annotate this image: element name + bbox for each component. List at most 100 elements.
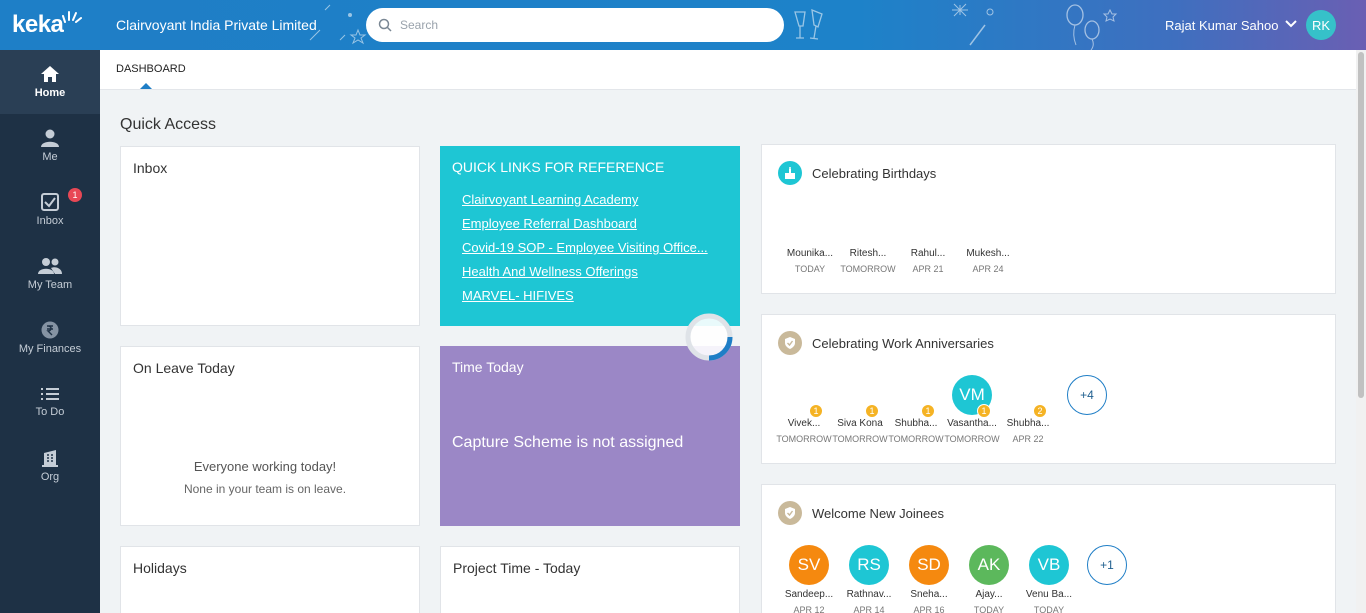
anniversary-person[interactable]: Shubha... TOMORROW [888, 418, 944, 444]
loading-spinner-icon [685, 313, 733, 361]
person-date: APR 24 [972, 264, 1004, 274]
keka-logo[interactable]: keka [0, 0, 100, 50]
sidebar-item-to-do[interactable]: To Do [0, 370, 100, 434]
active-tab-indicator [140, 83, 152, 89]
holidays-card[interactable]: Holidays [120, 546, 420, 613]
quick-links-card: QUICK LINKS FOR REFERENCE Clairvoyant Le… [440, 146, 740, 326]
holidays-title: Holidays [133, 560, 187, 576]
quick-link[interactable]: Health And Wellness Offerings [462, 264, 638, 279]
person-date: APR 14 [853, 605, 885, 613]
chevron-down-icon[interactable] [1284, 17, 1298, 31]
person-avatar: SV [789, 545, 829, 585]
person-date: APR 12 [793, 605, 825, 613]
quick-access-title: Quick Access [120, 116, 217, 133]
project-time-card[interactable]: Project Time - Today [440, 546, 740, 613]
person-name: Sandeep... [784, 589, 834, 600]
birthday-person[interactable]: Rahul... APR 21 [900, 248, 956, 274]
user-avatar[interactable]: RK [1306, 10, 1336, 40]
sidebar-item-label: Inbox [36, 215, 64, 227]
quick-link[interactable]: Clairvoyant Learning Academy [462, 192, 638, 207]
inbox-count-badge: 1 [68, 188, 82, 202]
sidebar-item-my-team[interactable]: My Team [0, 242, 100, 306]
on-leave-card: On Leave Today Everyone working today! N… [120, 346, 420, 526]
new-joinees-title: Welcome New Joinees [812, 506, 944, 521]
list-icon [41, 388, 59, 400]
fireworks-decoration-icon [952, 3, 994, 46]
person-avatar: RS [849, 545, 889, 585]
sidebar-item-my-finances[interactable]: My Finances [0, 306, 100, 370]
time-today-message: Capture Scheme is not assigned [452, 434, 684, 451]
search-box[interactable] [366, 8, 784, 42]
person-icon [41, 129, 59, 147]
years-badge: 1 [865, 404, 879, 418]
person-name: Ajay... [975, 589, 1003, 600]
person-name: Ritesh... [849, 248, 887, 259]
joinee-person[interactable]: RS Rathnav... APR 14 [841, 545, 897, 613]
person-date: APR 21 [912, 264, 944, 274]
scrollbar-thumb[interactable] [1358, 52, 1364, 398]
person-date: TODAY [973, 605, 1005, 613]
logo-rays-icon [62, 11, 82, 23]
more-joinees-button[interactable]: +1 [1087, 545, 1127, 585]
search-input[interactable] [400, 18, 760, 32]
search-icon [378, 18, 392, 32]
company-name[interactable]: Clairvoyant India Private Limited [116, 17, 317, 33]
quick-links-title: QUICK LINKS FOR REFERENCE [452, 159, 665, 175]
sidebar-item-inbox[interactable]: Inbox 1 [0, 178, 100, 242]
anniversary-person[interactable]: Shubha... APR 22 [1000, 418, 1056, 444]
years-badge: 1 [977, 404, 991, 418]
anniversary-person[interactable]: Vivek... TOMORROW [776, 418, 832, 444]
logo-text: keka [12, 11, 64, 38]
on-leave-message: Everyone working today! [193, 459, 337, 474]
sidebar-item-label: Org [40, 471, 60, 483]
person-name: Rathnav... [846, 589, 892, 600]
sidebar-item-home[interactable]: Home [0, 50, 100, 114]
anniversary-person[interactable]: Siva Kona TOMORROW [832, 418, 888, 444]
person-name: Siva Kona [837, 418, 883, 429]
person-date: TOMORROW [832, 434, 888, 444]
birthday-person[interactable]: Mounika... TODAY [782, 248, 838, 274]
tab-dashboard[interactable]: DASHBOARD [116, 63, 186, 75]
on-leave-subtext: None in your team is on leave. [183, 482, 347, 496]
sidebar: keka Home Me Inbox 1 My Team My Finances… [0, 0, 100, 613]
building-icon [42, 450, 58, 467]
birthdays-widget: Celebrating Birthdays Mounika... TODAY R… [761, 144, 1336, 294]
sidebar-item-label: To Do [35, 406, 65, 418]
person-name: Mukesh... [966, 248, 1010, 259]
anniversary-person[interactable]: Vasantha... TOMORROW [944, 418, 1000, 444]
champagne-glasses-icon [794, 8, 823, 40]
joinee-person[interactable]: SV Sandeep... APR 12 [781, 545, 837, 613]
person-name: Vasantha... [947, 418, 997, 429]
quick-link[interactable]: MARVEL- HIFIVES [462, 288, 574, 303]
years-badge: 2 [1033, 404, 1047, 418]
birthday-person[interactable]: Mukesh... APR 24 [960, 248, 1016, 274]
joinee-person[interactable]: SD Sneha... APR 16 [901, 545, 957, 613]
person-name: Shubha... [894, 418, 938, 429]
quick-link[interactable]: Employee Referral Dashboard [462, 216, 637, 231]
person-date: TOMORROW [944, 434, 1000, 444]
birthday-person[interactable]: Ritesh... TOMORROW [840, 248, 896, 274]
home-icon [41, 66, 59, 82]
joinee-person[interactable]: AK Ajay... TODAY [961, 545, 1017, 613]
user-name[interactable]: Rajat Kumar Sahoo [1165, 18, 1278, 33]
quick-link[interactable]: Covid-19 SOP - Employee Visiting Office.… [462, 240, 708, 255]
anniversaries-title: Celebrating Work Anniversaries [812, 336, 994, 351]
team-icon [38, 258, 62, 274]
person-date: TOMORROW [888, 434, 944, 444]
balloons-decoration-icon [1066, 4, 1118, 50]
inbox-card[interactable]: Inbox [120, 146, 420, 326]
person-name: Shubha... [1006, 418, 1050, 429]
joinee-person[interactable]: VB Venu Ba... TODAY [1021, 545, 1077, 613]
person-date: APR 22 [1012, 434, 1044, 444]
person-date: TODAY [794, 264, 826, 274]
sidebar-item-me[interactable]: Me [0, 114, 100, 178]
more-anniversaries-button[interactable]: +4 [1067, 375, 1107, 415]
time-today-card: Time Today Capture Scheme is not assigne… [440, 346, 740, 526]
person-avatar: AK [969, 545, 1009, 585]
inbox-check-icon [41, 193, 59, 211]
page-scrollbar[interactable] [1356, 50, 1366, 613]
tab-bar: DASHBOARD [100, 50, 1356, 90]
sidebar-item-org[interactable]: Org [0, 434, 100, 498]
sidebar-item-label: Me [42, 151, 58, 163]
person-date: TODAY [1033, 605, 1065, 613]
